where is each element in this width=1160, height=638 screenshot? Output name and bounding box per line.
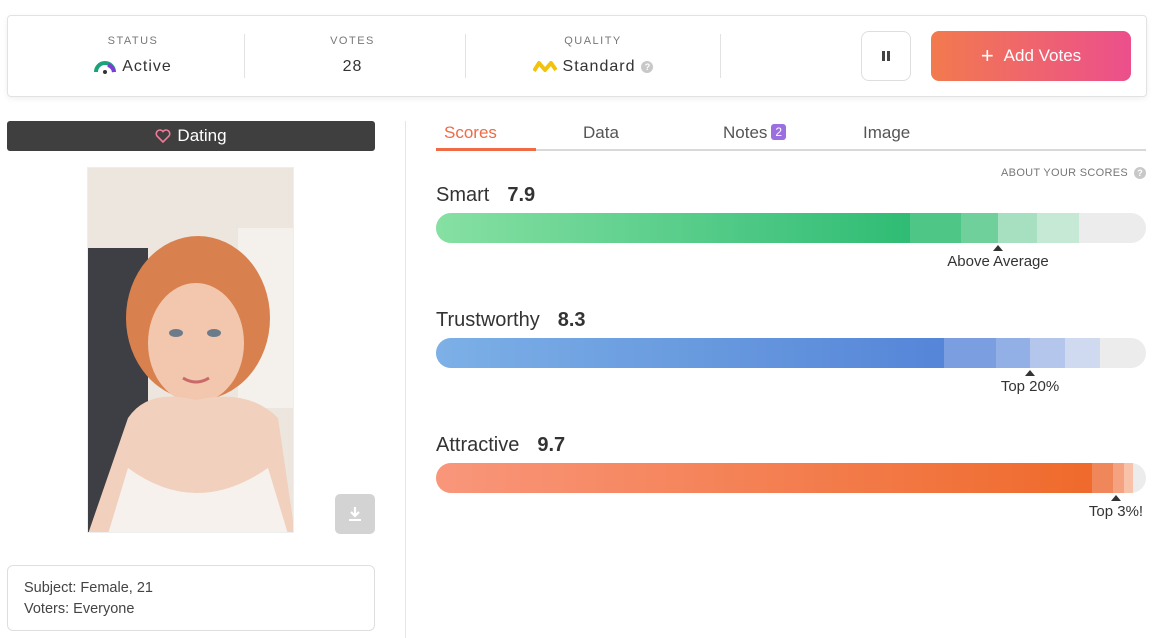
pause-icon <box>882 51 890 61</box>
subject-voters: Voters: Everyone <box>24 601 135 617</box>
votes-value: 28 <box>342 58 363 75</box>
votes-stat: VOTES 28 <box>270 16 435 98</box>
subject-demographics: Subject: Female, 21 <box>24 580 153 596</box>
heart-icon <box>155 129 171 143</box>
bar-fill <box>436 338 944 368</box>
divider <box>244 34 245 78</box>
quality-stat: QUALITY Standard ? <box>488 16 698 98</box>
download-icon <box>349 507 361 521</box>
bar-range-segment <box>1124 463 1133 493</box>
tab-notes[interactable]: Notes 2 <box>723 123 787 151</box>
tab-scores[interactable]: Scores <box>436 123 536 151</box>
votes-label: VOTES <box>330 35 375 47</box>
gauge-icon <box>94 61 117 74</box>
bar-range-segment <box>1113 463 1124 493</box>
bar-range-segment <box>998 213 1037 243</box>
status-label: STATUS <box>107 35 159 47</box>
plus-icon: + <box>980 43 994 68</box>
subject-photo <box>87 167 294 533</box>
tab-bar: Scores Data Notes 2 Image <box>436 121 1146 151</box>
pause-button[interactable] <box>861 31 911 81</box>
add-votes-label: Add Votes <box>1003 46 1082 65</box>
divider <box>465 34 466 78</box>
category-label: Dating <box>177 126 227 145</box>
score-attractive-value: 9.7 <box>537 434 566 456</box>
status-value: Active <box>122 58 172 75</box>
score-attractive: Attractive 9.7 <box>436 434 566 456</box>
score-bar-smart <box>436 213 1146 243</box>
status-stat: STATUS Active <box>48 16 218 98</box>
divider <box>720 34 721 78</box>
bar-range-segment <box>1092 463 1113 493</box>
bar-range-segment <box>1065 338 1100 368</box>
tab-data[interactable]: Data <box>583 123 619 151</box>
quality-label: QUALITY <box>564 35 622 47</box>
percentile-marker-trustworthy: Top 20% <box>990 370 1070 395</box>
bar-range-segment <box>1030 338 1065 368</box>
add-votes-button[interactable]: + Add Votes <box>931 31 1131 81</box>
quality-wave-icon <box>532 61 557 73</box>
bar-fill <box>436 463 1092 493</box>
score-smart-value: 7.9 <box>507 184 536 206</box>
marker-arrow-icon <box>1111 495 1121 501</box>
bar-range-segment <box>996 338 1030 368</box>
bar-range-segment <box>1037 213 1079 243</box>
score-bar-attractive <box>436 463 1146 493</box>
score-trustworthy: Trustworthy 8.3 <box>436 309 586 331</box>
bar-range-segment <box>910 213 961 243</box>
subject-info: Subject: Female, 21 Voters: Everyone <box>7 565 375 631</box>
status-bar: STATUS Active VOTES 28 QUALITY Standard … <box>7 15 1147 97</box>
download-button[interactable] <box>335 494 375 534</box>
category-banner: Dating <box>7 121 375 151</box>
percentile-marker-attractive: Top 3%! <box>1080 495 1152 520</box>
quality-value: Standard <box>562 58 636 75</box>
marker-arrow-icon <box>1025 370 1035 376</box>
bar-range-segment <box>944 338 996 368</box>
bar-fill <box>436 213 910 243</box>
about-your-scores-link[interactable]: ABOUT YOUR SCORES ? <box>1001 167 1146 179</box>
score-trustworthy-value: 8.3 <box>557 309 586 331</box>
quality-help-icon[interactable]: ? <box>641 61 654 73</box>
notes-count-badge: 2 <box>771 124 787 140</box>
column-divider <box>405 121 406 638</box>
score-bar-trustworthy <box>436 338 1146 368</box>
marker-arrow-icon <box>993 245 1003 251</box>
tab-image[interactable]: Image <box>863 123 910 151</box>
portrait-illustration <box>88 168 293 532</box>
help-icon: ? <box>1134 167 1146 179</box>
score-smart: Smart 7.9 <box>436 184 536 206</box>
percentile-marker-smart: Above Average <box>938 245 1058 270</box>
bar-range-segment <box>961 213 998 243</box>
